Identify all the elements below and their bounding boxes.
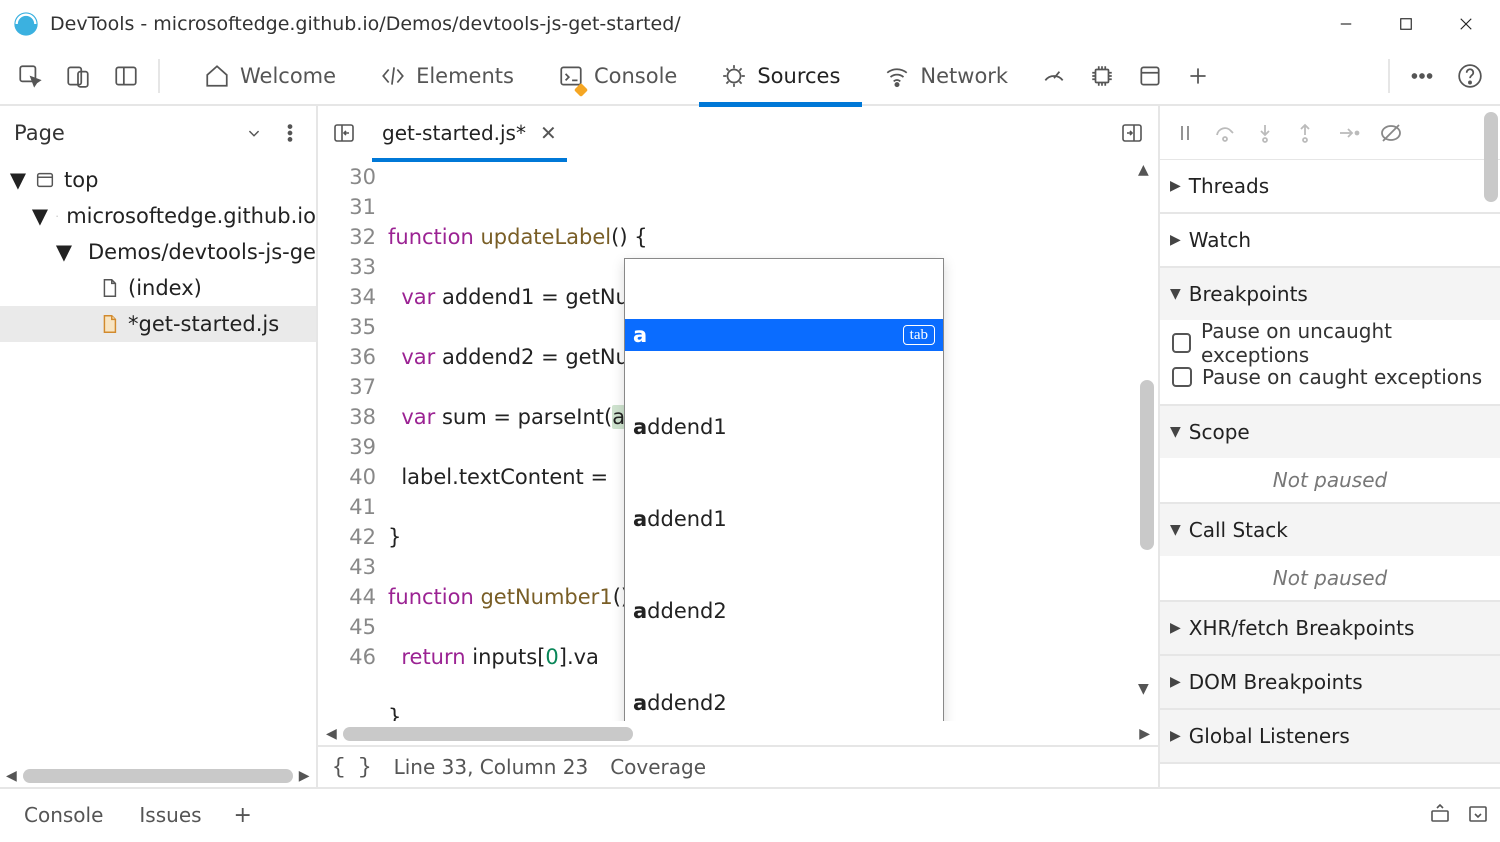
toggle-navigator-button[interactable]	[326, 109, 362, 157]
tab-elements[interactable]: Elements	[358, 47, 536, 105]
navigator-more-button[interactable]	[272, 109, 308, 157]
sidebar-horizontal-scrollbar[interactable]: ◀▶	[0, 765, 316, 787]
tab-welcome[interactable]: Welcome	[182, 47, 358, 105]
window-title: DevTools - microsoftedge.github.io/Demos…	[50, 13, 681, 35]
editor-horizontal-scrollbar[interactable]: ◀▶	[318, 721, 1158, 745]
drawer-add-tab-button[interactable]: +	[224, 803, 262, 828]
autocomplete-item[interactable]: addend2	[625, 595, 943, 627]
section-watch[interactable]: ▶Watch	[1160, 214, 1500, 266]
debugger-panel: ▶Threads ▶Watch ▼Breakpoints Pause on un…	[1160, 106, 1500, 787]
navigator-dropdown-button[interactable]	[236, 109, 272, 157]
navigator-tab-page[interactable]: Page	[14, 121, 236, 145]
coverage-label: Coverage	[610, 755, 706, 779]
pretty-print-button[interactable]: { }	[332, 755, 372, 780]
tab-label: Console	[594, 64, 677, 88]
file-tree[interactable]: ▼ top ▼ microsoftedge.github.io ▼ Demos/…	[0, 160, 316, 765]
help-button[interactable]	[1446, 52, 1494, 100]
maximize-button[interactable]	[1376, 0, 1436, 48]
scope-not-paused: Not paused	[1160, 458, 1500, 502]
step-into-button[interactable]	[1248, 109, 1282, 157]
tab-console[interactable]: Console	[536, 47, 699, 105]
checkbox-pause-uncaught[interactable]: Pause on uncaught exceptions	[1162, 326, 1498, 360]
settings-button[interactable]	[1398, 52, 1446, 100]
step-over-button[interactable]	[1208, 109, 1242, 157]
pause-button[interactable]	[1168, 109, 1202, 157]
minimize-button[interactable]	[1316, 0, 1376, 48]
debugger-vertical-scrollbar[interactable]	[1484, 108, 1500, 785]
tab-sources[interactable]: Sources	[699, 47, 862, 105]
tab-network[interactable]: Network	[862, 47, 1030, 105]
section-threads[interactable]: ▶Threads	[1160, 160, 1500, 212]
tree-label: *get-started.js	[128, 312, 279, 336]
navigator-sidebar: Page ▼ top ▼ microsoftedge.github.io ▼ D…	[0, 106, 318, 787]
device-emulation-button[interactable]	[54, 52, 102, 100]
step-button[interactable]	[1328, 109, 1368, 157]
editor-status-bar: { } Line 33, Column 23 Coverage	[318, 745, 1158, 787]
deactivate-breakpoints-button[interactable]	[1374, 109, 1408, 157]
section-dom-breakpoints[interactable]: ▶DOM Breakpoints	[1160, 656, 1500, 708]
editor-panel: get-started.js* ✕ 3031323334353637383940…	[318, 106, 1160, 787]
tree-label: (index)	[128, 276, 202, 300]
section-breakpoints[interactable]: ▼Breakpoints	[1160, 268, 1500, 320]
file-tab-label: get-started.js*	[382, 121, 526, 145]
drawer-bar: Console Issues +	[0, 787, 1500, 841]
tab-application[interactable]	[1126, 52, 1174, 100]
tree-item-file[interactable]: *get-started.js	[0, 306, 316, 342]
tree-item-folder[interactable]: ▼ Demos/devtools-js-get-started	[0, 234, 316, 270]
tab-hint-badge: tab	[903, 325, 935, 345]
tree-item-top[interactable]: ▼ top	[0, 162, 316, 198]
tab-label: Network	[920, 64, 1008, 88]
section-global-listeners[interactable]: ▶Global Listeners	[1160, 710, 1500, 762]
tree-item-index[interactable]: (index)	[0, 270, 316, 306]
panel-tabs: Welcome Elements Console Sources Network	[182, 47, 1222, 105]
more-tabs-button[interactable]	[1174, 52, 1222, 100]
code-editor[interactable]: } function updateLabel() { var addend1 =…	[388, 160, 1140, 721]
separator	[1388, 59, 1390, 93]
close-button[interactable]	[1436, 0, 1496, 48]
toggle-debugger-button[interactable]	[1114, 109, 1150, 157]
tab-label: Elements	[416, 64, 514, 88]
separator	[158, 59, 160, 93]
tab-performance[interactable]	[1030, 52, 1078, 100]
tab-memory[interactable]	[1078, 52, 1126, 100]
checkbox-pause-caught[interactable]: Pause on caught exceptions	[1162, 360, 1498, 394]
title-bar: DevTools - microsoftedge.github.io/Demos…	[0, 0, 1500, 48]
tab-label: Sources	[757, 64, 840, 88]
autocomplete-item[interactable]: atab	[625, 319, 943, 351]
callstack-not-paused: Not paused	[1160, 556, 1500, 600]
editor-vertical-scrollbar[interactable]: ▲ ▼	[1140, 160, 1158, 721]
line-number-gutter[interactable]: 3031323334353637383940414243444546	[318, 160, 388, 721]
drawer-collapse-button[interactable]	[1466, 801, 1490, 830]
drawer-tab-console[interactable]: Console	[10, 788, 117, 842]
section-scope[interactable]: ▼Scope	[1160, 406, 1500, 458]
autocomplete-item[interactable]: addend1	[625, 411, 943, 443]
inspect-element-button[interactable]	[6, 52, 54, 100]
tree-label: microsoftedge.github.io	[66, 204, 316, 228]
devtools-app-icon	[12, 10, 40, 38]
autocomplete-item[interactable]: addend2	[625, 687, 943, 719]
autocomplete-popup[interactable]: atab addend1 addend1 addend2 addend2 add…	[624, 258, 944, 721]
tree-label: Demos/devtools-js-get-started	[88, 240, 316, 264]
drawer-tab-issues[interactable]: Issues	[125, 788, 215, 842]
tab-label: Welcome	[240, 64, 336, 88]
autocomplete-item[interactable]: addend1	[625, 503, 943, 535]
activity-bar-button[interactable]	[102, 52, 150, 100]
close-icon[interactable]: ✕	[540, 121, 557, 145]
section-call-stack[interactable]: ▼Call Stack	[1160, 504, 1500, 556]
drawer-expand-button[interactable]	[1428, 801, 1452, 830]
editor-file-tab[interactable]: get-started.js* ✕	[372, 106, 567, 160]
step-out-button[interactable]	[1288, 109, 1322, 157]
tree-item-domain[interactable]: ▼ microsoftedge.github.io	[0, 198, 316, 234]
main-toolbar: Welcome Elements Console Sources Network	[0, 48, 1500, 106]
section-xhr-breakpoints[interactable]: ▶XHR/fetch Breakpoints	[1160, 602, 1500, 654]
tree-label: top	[64, 168, 98, 192]
cursor-position: Line 33, Column 23	[394, 755, 589, 779]
